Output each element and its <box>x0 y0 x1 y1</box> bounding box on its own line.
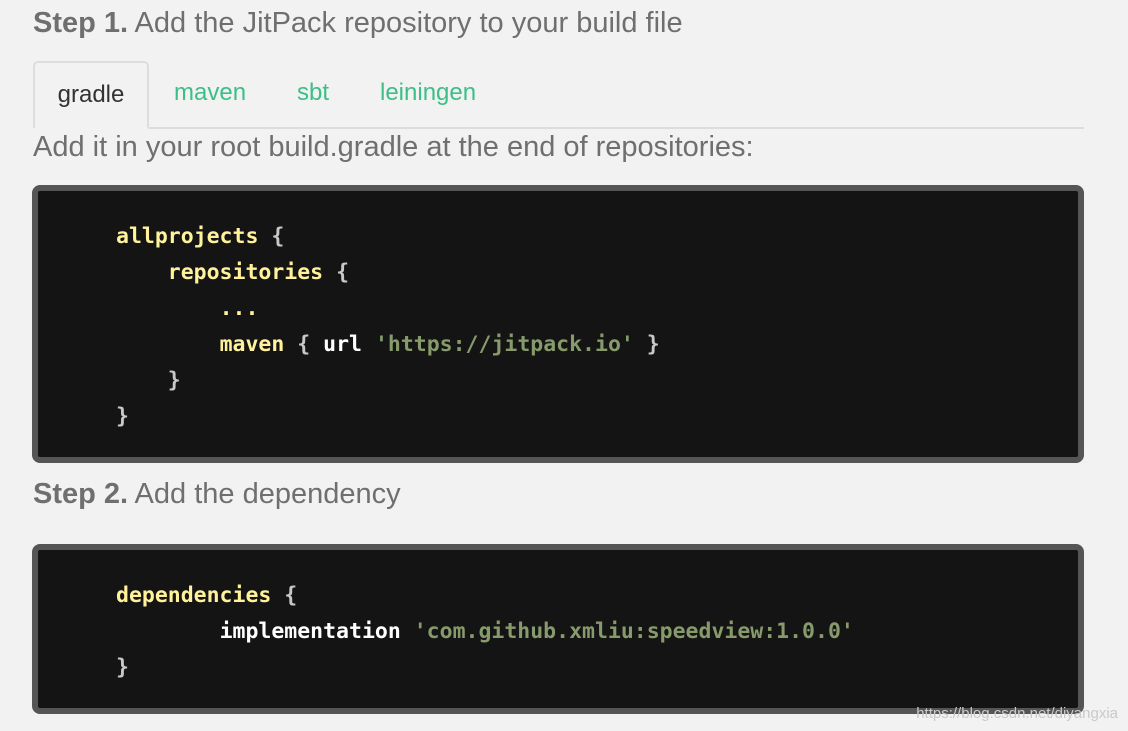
step-2-heading: Step 2. Add the dependency <box>33 478 401 511</box>
watermark: https://blog.csdn.net/diyangxia <box>916 705 1118 722</box>
code-brace: { <box>297 332 311 357</box>
code-implementation: implementation <box>219 619 401 644</box>
tab-gradle[interactable]: gradle <box>33 61 149 129</box>
code-url: url <box>323 332 362 357</box>
code-artifact: 'com.github.xmliu:speedview:1.0.0' <box>413 619 854 644</box>
code-brace: { <box>284 583 298 608</box>
code-allprojects: allprojects <box>116 224 259 249</box>
repository-code: allprojects { repositories { ... maven {… <box>116 219 660 435</box>
tab-leiningen[interactable]: leiningen <box>380 61 476 127</box>
code-dependencies: dependencies <box>116 583 272 608</box>
code-brace: { <box>271 224 285 249</box>
code-brace: } <box>646 332 660 357</box>
step-2-text: Add the dependency <box>128 478 401 510</box>
code-maven: maven <box>219 332 285 357</box>
gradle-instructions: Add it in your root build.gradle at the … <box>33 131 754 163</box>
code-repositories: repositories <box>167 260 324 285</box>
tab-maven[interactable]: maven <box>174 61 246 127</box>
dependency-code-block[interactable]: dependencies { implementation 'com.githu… <box>32 544 1084 714</box>
code-url-value: 'https://jitpack.io' <box>374 332 634 357</box>
build-tool-tabs: gradle maven sbt leiningen <box>33 61 1084 129</box>
step-2-label: Step 2. <box>33 478 129 510</box>
step-1-label: Step 1. <box>33 7 129 39</box>
step-1-heading: Step 1. Add the JitPack repository to yo… <box>33 7 683 40</box>
code-brace: } <box>167 368 181 393</box>
code-brace: } <box>116 655 129 680</box>
code-brace: { <box>336 260 350 285</box>
repository-code-block[interactable]: allprojects { repositories { ... maven {… <box>32 185 1084 463</box>
code-brace: } <box>116 404 129 429</box>
code-ellipsis: ... <box>219 296 259 321</box>
tab-sbt[interactable]: sbt <box>297 61 329 127</box>
step-1-text: Add the JitPack repository to your build… <box>128 7 683 39</box>
dependency-code: dependencies { implementation 'com.githu… <box>116 578 854 686</box>
